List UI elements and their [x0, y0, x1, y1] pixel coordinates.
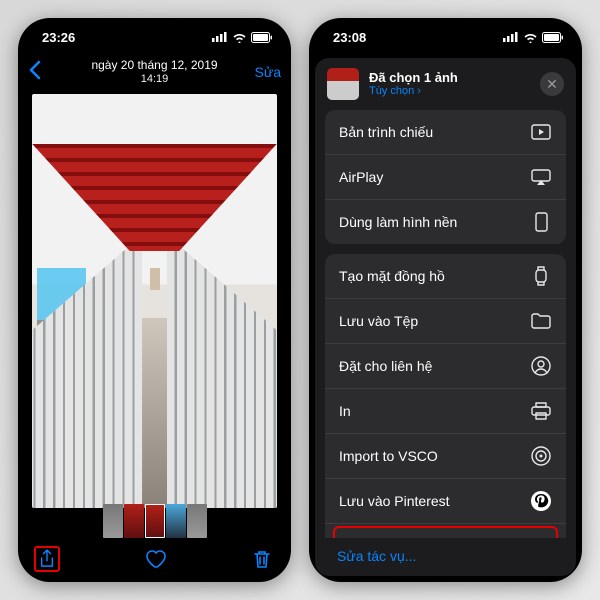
battery-icon	[251, 32, 273, 43]
thumbnail[interactable]	[187, 504, 207, 538]
action-row[interactable]: AirPlay	[325, 155, 566, 200]
signal-icon	[212, 32, 228, 42]
action-row[interactable]: Lưu vào Tệp	[325, 299, 566, 344]
action-row[interactable]: Dùng làm hình nền	[325, 200, 566, 244]
nav-bar: ngày 20 tháng 12, 2019 14:19 Sửa	[18, 52, 291, 92]
action-label: AirPlay	[339, 169, 383, 185]
close-button[interactable]: ✕	[540, 72, 564, 96]
share-button[interactable]	[34, 546, 60, 572]
nav-title: ngày 20 tháng 12, 2019 14:19	[18, 58, 291, 87]
signal-icon	[503, 32, 519, 42]
person-circle-icon	[530, 355, 552, 377]
printer-icon	[530, 400, 552, 422]
action-list[interactable]: Bản trình chiếuAirPlayDùng làm hình nền …	[315, 110, 576, 538]
action-row[interactable]: Đổi kích thước ảnh	[333, 526, 558, 538]
action-row[interactable]: Tạo mặt đồng hồ	[325, 254, 566, 299]
phone-rect-icon	[530, 211, 552, 233]
sheet-title-block: Đã chọn 1 ảnh Tùy chọn ›	[369, 70, 458, 99]
airplay-icon	[530, 166, 552, 188]
thumbnail-selected[interactable]	[145, 504, 165, 538]
action-label: In	[339, 403, 351, 419]
battery-icon	[542, 32, 564, 43]
edit-button[interactable]: Sửa	[255, 64, 282, 80]
action-row[interactable]: Đặt cho liên hệ	[325, 344, 566, 389]
action-label: Tạo mặt đồng hồ	[339, 268, 445, 284]
thumbnail-strip[interactable]	[18, 504, 291, 538]
play-rect-icon	[530, 121, 552, 143]
action-label: Import to VSCO	[339, 448, 438, 464]
trash-button[interactable]	[249, 546, 275, 572]
action-group: Bản trình chiếu AirPlay Dùng làm hình nền	[325, 110, 566, 244]
status-time: 23:08	[333, 30, 366, 45]
notch	[391, 18, 501, 40]
thumbnail[interactable]	[103, 504, 123, 538]
thumbnail[interactable]	[166, 504, 186, 538]
thumbnail[interactable]	[124, 504, 144, 538]
share-sheet: Đã chọn 1 ảnh Tùy chọn › ✕ Bản trình chi…	[315, 58, 576, 576]
nav-date: ngày 20 tháng 12, 2019	[18, 58, 291, 73]
action-label: Lưu vào Tệp	[339, 313, 418, 329]
phone-right: 23:08 Đã chọn 1 ảnh Tùy chọn › ✕ Bản trì…	[309, 18, 582, 582]
folder-icon	[530, 310, 552, 332]
action-label: Dùng làm hình nền	[339, 214, 457, 230]
sheet-options-link[interactable]: Tùy chọn ›	[369, 85, 458, 98]
favorite-button[interactable]	[142, 546, 168, 572]
sheet-header: Đã chọn 1 ảnh Tùy chọn › ✕	[315, 58, 576, 110]
status-time: 23:26	[42, 30, 75, 45]
toolbar	[18, 542, 291, 576]
watch-icon	[530, 265, 552, 287]
vsco-icon	[530, 445, 552, 467]
action-label: Lưu vào Pinterest	[339, 493, 450, 509]
action-row[interactable]: In	[325, 389, 566, 434]
wifi-icon	[232, 32, 247, 43]
notch	[100, 18, 210, 40]
action-label: Đặt cho liên hệ	[339, 358, 432, 374]
action-row[interactable]: Bản trình chiếu	[325, 110, 566, 155]
action-label: Bản trình chiếu	[339, 124, 433, 140]
action-group: Tạo mặt đồng hồ Lưu vào Tệp Đặt cho liên h…	[325, 254, 566, 538]
photo-content	[32, 94, 277, 508]
sheet-thumbnail	[327, 68, 359, 100]
photo-viewer[interactable]	[32, 94, 277, 508]
nav-time: 14:19	[18, 73, 291, 87]
wifi-icon	[523, 32, 538, 43]
phone-left: 23:26 ngày 20 tháng 12, 2019 14:19 Sửa	[18, 18, 291, 582]
sheet-title: Đã chọn 1 ảnh	[369, 70, 458, 86]
action-row[interactable]: Import to VSCO	[325, 434, 566, 479]
pinterest-icon	[530, 490, 552, 512]
status-icons	[212, 32, 273, 43]
status-icons	[503, 32, 564, 43]
back-button[interactable]	[28, 60, 42, 85]
action-row[interactable]: Lưu vào Pinterest	[325, 479, 566, 524]
edit-actions-link[interactable]: Sửa tác vụ...	[315, 538, 576, 576]
